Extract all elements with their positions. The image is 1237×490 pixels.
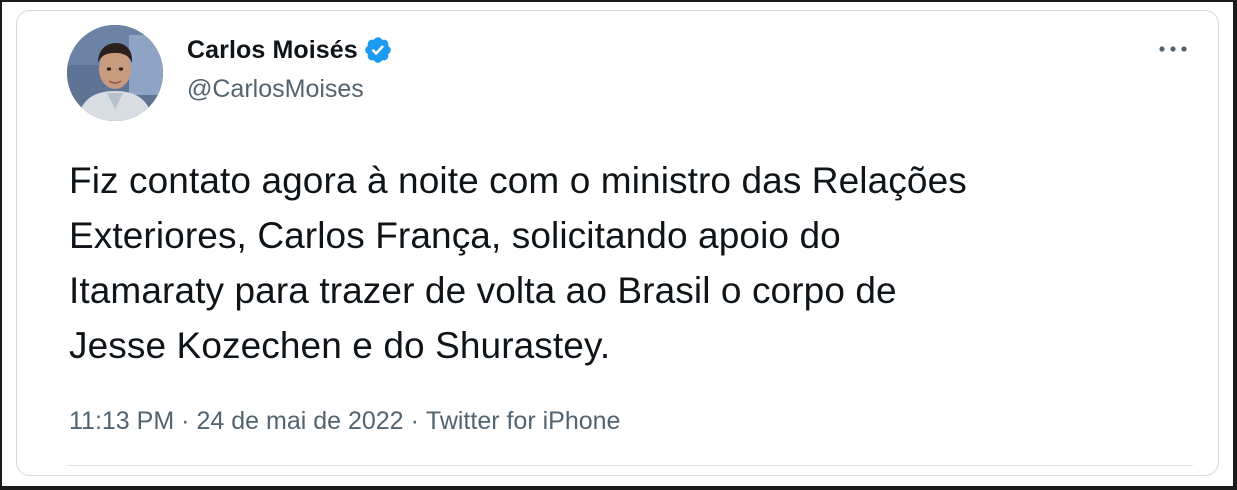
tweet-source[interactable]: Twitter for iPhone bbox=[426, 407, 621, 436]
verified-badge-icon bbox=[363, 35, 393, 65]
divider bbox=[67, 465, 1193, 466]
screenshot-frame: Carlos Moisés @CarlosMoises Fiz contato … bbox=[0, 0, 1237, 490]
tweet-card: Carlos Moisés @CarlosMoises Fiz contato … bbox=[16, 10, 1219, 476]
tweet-time[interactable]: 11:13 PM bbox=[69, 407, 174, 436]
author-display-name[interactable]: Carlos Moisés bbox=[187, 36, 358, 65]
author-avatar[interactable] bbox=[67, 25, 163, 121]
meta-separator: · bbox=[181, 407, 190, 435]
meta-separator: · bbox=[410, 407, 419, 435]
more-options-icon[interactable] bbox=[1155, 35, 1191, 63]
tweet-text: Fiz contato agora à noite com o ministro… bbox=[69, 160, 967, 366]
tweet-metadata: 11:13 PM · 24 de mai de 2022 · Twitter f… bbox=[69, 407, 620, 436]
author-handle[interactable]: @CarlosMoises bbox=[187, 75, 364, 104]
tweet-date[interactable]: 24 de mai de 2022 bbox=[196, 407, 403, 436]
author-name-row: Carlos Moisés bbox=[187, 33, 393, 67]
profile-photo bbox=[67, 25, 163, 121]
